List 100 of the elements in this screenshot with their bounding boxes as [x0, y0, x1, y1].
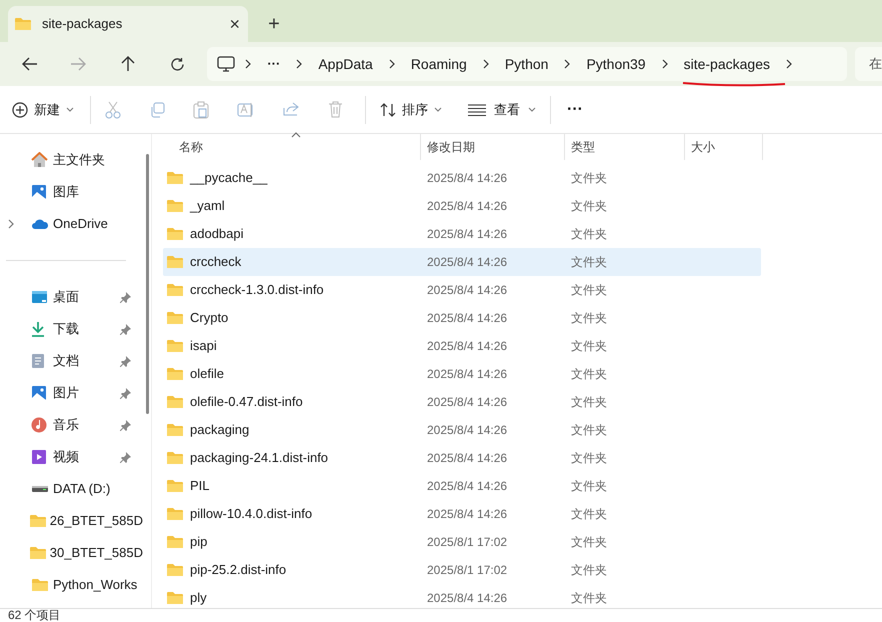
video-icon [31, 449, 47, 465]
file-row[interactable]: pip-25.2.dist-info 2025/8/1 17:02 文件夹 [163, 556, 761, 584]
new-tab-button[interactable]: + [258, 6, 290, 42]
sidebar-item[interactable]: 下载 [0, 313, 143, 345]
sidebar-item[interactable]: 文档 [0, 345, 143, 377]
sidebar-item[interactable]: OneDrive [0, 208, 143, 240]
delete-icon[interactable] [328, 101, 343, 118]
folder-icon [166, 395, 184, 409]
copy-icon[interactable] [149, 102, 165, 118]
cut-icon[interactable] [105, 100, 121, 118]
sidebar-item[interactable]: 图片 [0, 377, 143, 409]
chevron-icon [245, 59, 252, 69]
file-name: crccheck-1.3.0.dist-info [190, 281, 324, 300]
scrollbar[interactable] [146, 154, 148, 414]
sort-arrows-icon [380, 102, 396, 116]
tab-title: site-packages [42, 15, 124, 34]
sidebar-item[interactable]: Python_Works [0, 569, 143, 601]
folder-icon [166, 283, 184, 297]
file-type: 文件夹 [570, 310, 607, 327]
file-row[interactable]: crccheck-1.3.0.dist-info 2025/8/4 14:26 文件夹 [163, 276, 761, 304]
sidebar-item[interactable]: 桌面 [0, 281, 143, 313]
modified-date: 2025/8/4 14:26 [426, 506, 508, 523]
column-header[interactable]: 类型 [571, 138, 595, 156]
folder-icon [166, 227, 184, 241]
file-row[interactable]: ply 2025/8/4 14:26 文件夹 [163, 584, 761, 612]
document-icon [31, 353, 45, 369]
tab[interactable]: site-packages × [8, 6, 248, 42]
sidebar-item[interactable]: 主文件夹 [0, 144, 143, 176]
modified-date: 2025/8/1 17:02 [426, 534, 508, 551]
file-row[interactable]: __pycache__ 2025/8/4 14:26 文件夹 [163, 164, 761, 192]
file-type: 文件夹 [570, 226, 607, 243]
chevron-icon [296, 59, 302, 69]
file-name: ply [190, 589, 207, 608]
share-icon[interactable] [283, 102, 300, 117]
sidebar-label: 30_BTET_585D [50, 544, 143, 562]
more-crumbs-button[interactable]: ··· [261, 54, 286, 74]
cloud-icon [31, 218, 49, 230]
sidebar-item[interactable]: 视频 [0, 441, 143, 473]
file-name: olefile-0.47.dist-info [190, 393, 303, 412]
file-row[interactable]: pip 2025/8/1 17:02 文件夹 [163, 528, 761, 556]
sidebar-label: 图片 [53, 384, 80, 402]
new-button[interactable]: 新建 [12, 94, 80, 126]
forward-arrow-icon [70, 57, 86, 71]
sidebar-item[interactable]: 26_BTET_585D [0, 505, 143, 537]
file-row[interactable]: pillow-10.4.0.dist-info 2025/8/4 14:26 文件夹 [163, 500, 761, 528]
file-row[interactable]: isapi 2025/8/4 14:26 文件夹 [163, 332, 761, 360]
sidebar-label: DATA (D:) [53, 480, 112, 498]
download-icon [31, 321, 45, 337]
sidebar-label: Python_Works [53, 576, 138, 594]
file-type: 文件夹 [570, 170, 607, 187]
breadcrumb-segment[interactable]: site-packages [678, 54, 776, 74]
file-type: 文件夹 [570, 562, 607, 579]
file-type: 文件夹 [570, 254, 607, 271]
modified-date: 2025/8/4 14:26 [426, 450, 508, 467]
modified-date: 2025/8/4 14:26 [426, 226, 508, 243]
sidebar-item[interactable]: DATA (D:) [0, 473, 143, 505]
music-note-icon [31, 417, 47, 433]
modified-date: 2025/8/4 14:26 [426, 338, 508, 355]
view-button[interactable]: 查看 [464, 94, 540, 126]
file-row[interactable]: _yaml 2025/8/4 14:26 文件夹 [163, 192, 761, 220]
breadcrumb-segment[interactable]: Roaming [404, 54, 473, 74]
modified-date: 2025/8/4 14:26 [426, 282, 508, 299]
back-arrow-icon [22, 57, 38, 71]
file-type: 文件夹 [570, 478, 607, 495]
file-row[interactable]: adodbapi 2025/8/4 14:26 文件夹 [163, 220, 761, 248]
file-row[interactable]: PIL 2025/8/4 14:26 文件夹 [163, 472, 761, 500]
breadcrumb-segment[interactable]: AppData [312, 54, 379, 74]
sidebar-item[interactable]: 30_BTET_585D [0, 537, 143, 569]
folder-icon [166, 535, 184, 549]
file-type: 文件夹 [570, 422, 607, 439]
file-row[interactable]: packaging 2025/8/4 14:26 文件夹 [163, 416, 761, 444]
file-row[interactable]: olefile 2025/8/4 14:26 文件夹 [163, 360, 761, 388]
column-header[interactable]: 修改日期 [427, 138, 475, 156]
sort-button[interactable]: 排序 [376, 94, 446, 126]
folder-icon [166, 591, 184, 605]
column-header[interactable]: 名称 [179, 138, 203, 156]
sidebar-item[interactable]: 图库 [0, 176, 143, 208]
file-row[interactable]: crccheck 2025/8/4 14:26 文件夹 [163, 248, 761, 276]
modified-date: 2025/8/4 14:26 [426, 478, 508, 495]
folder-icon [29, 546, 48, 560]
breadcrumb-segment[interactable]: Python39 [580, 54, 652, 74]
breadcrumb-segment[interactable]: Python [498, 54, 554, 74]
file-name: __pycache__ [190, 169, 268, 188]
file-type: 文件夹 [570, 534, 607, 551]
file-type: 文件夹 [570, 282, 607, 299]
sidebar-item[interactable]: 音乐 [0, 409, 143, 441]
search-field[interactable]: 在 [855, 47, 882, 81]
file-row[interactable]: Crypto 2025/8/4 14:26 文件夹 [163, 304, 761, 332]
more-button[interactable]: ··· [563, 98, 587, 122]
column-header[interactable]: 大小 [691, 138, 715, 156]
file-name: olefile [190, 365, 224, 384]
modified-date: 2025/8/4 14:26 [426, 254, 508, 271]
file-name: packaging [190, 421, 250, 440]
paste-icon[interactable] [193, 100, 209, 118]
folder-icon [166, 423, 184, 437]
refresh-icon [170, 56, 185, 72]
close-button[interactable]: × [227, 10, 242, 38]
rename-icon[interactable] [237, 102, 255, 118]
file-row[interactable]: packaging-24.1.dist-info 2025/8/4 14:26 文件夹 [163, 444, 761, 472]
file-row[interactable]: olefile-0.47.dist-info 2025/8/4 14:26 文件夹 [163, 388, 761, 416]
